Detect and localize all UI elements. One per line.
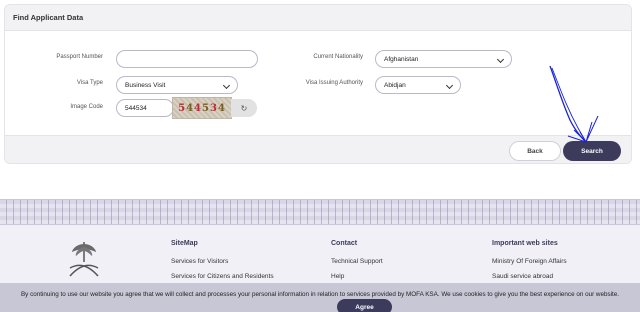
issuing-authority-value: Abidjan [384,81,406,89]
annotation-arrow-icon [549,65,599,143]
cookie-message: By continuing to use our website you agr… [20,291,620,298]
decorative-pattern-band [0,199,640,225]
panel-title: Find Applicant Data [5,5,631,31]
passport-number-label: Passport Number [56,54,103,60]
contact-title: Contact [331,240,358,247]
sitemap-title: SiteMap [171,240,198,247]
visa-issuing-authority-select[interactable]: Abidjan [375,76,461,94]
nationality-value: Afghanistan [384,55,419,63]
refresh-icon: ↻ [240,103,248,113]
visa-issuing-authority-label: Visa Issuing Authority [305,80,363,86]
captcha-char: 3 [209,102,218,114]
agree-button[interactable]: Agree [337,299,392,312]
footer-link-citizens[interactable]: Services for Citizens and Residents [171,273,274,280]
visa-type-select[interactable]: Business Visit [116,76,238,94]
refresh-captcha-button[interactable]: ↻ [231,99,257,117]
captcha-char: 5 [178,102,187,114]
captcha-char: 4 [194,102,202,114]
passport-number-input[interactable] [116,50,258,68]
footer-link-mofa[interactable]: Ministry Of Foreign Affairs [492,258,567,265]
captcha-char: 5 [202,102,210,114]
image-code-input[interactable]: 544534 [116,99,174,117]
footer-link-visitors[interactable]: Services for Visitors [171,258,228,265]
image-code-label: Image Code [70,104,103,110]
captcha-char: 4 [217,102,226,114]
footer-link-technical-support[interactable]: Technical Support [331,258,383,265]
captcha-char: 4 [186,102,195,114]
saudi-emblem-icon [69,242,99,277]
current-nationality-label: Current Nationality [313,54,363,60]
cookie-banner: By continuing to use our website you agr… [0,283,640,312]
visa-type-label: Visa Type [76,80,103,86]
captcha-image: 544534 [172,97,232,119]
important-sites-title: Important web sites [492,240,558,247]
footer-link-saudi-service-abroad[interactable]: Saudi service abroad [492,273,553,280]
current-nationality-select[interactable]: Afghanistan [375,50,512,68]
footer-link-help[interactable]: Help [331,273,344,280]
visa-type-value: Business Visit [125,81,166,89]
